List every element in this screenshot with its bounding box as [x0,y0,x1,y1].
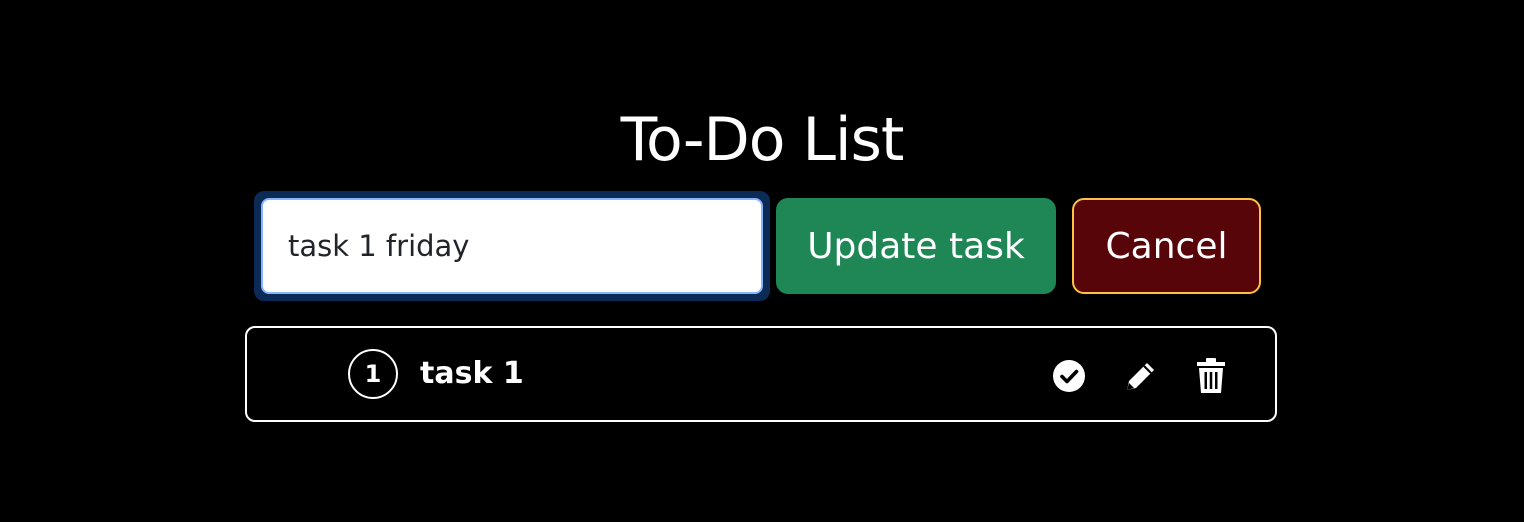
task-input[interactable] [261,198,763,294]
check-circle-icon[interactable] [1049,356,1089,396]
page-title: To-Do List [620,105,905,176]
todo-app: To-Do List Update task Cancel 1 task 1 [0,0,1524,522]
trash-icon[interactable] [1191,356,1231,396]
cancel-button[interactable]: Cancel [1072,198,1261,294]
pencil-icon[interactable] [1121,356,1161,396]
update-task-button[interactable]: Update task [776,198,1056,294]
task-list-item: 1 task 1 [245,326,1277,422]
task-number-badge: 1 [348,349,398,399]
task-text: task 1 [420,356,524,391]
